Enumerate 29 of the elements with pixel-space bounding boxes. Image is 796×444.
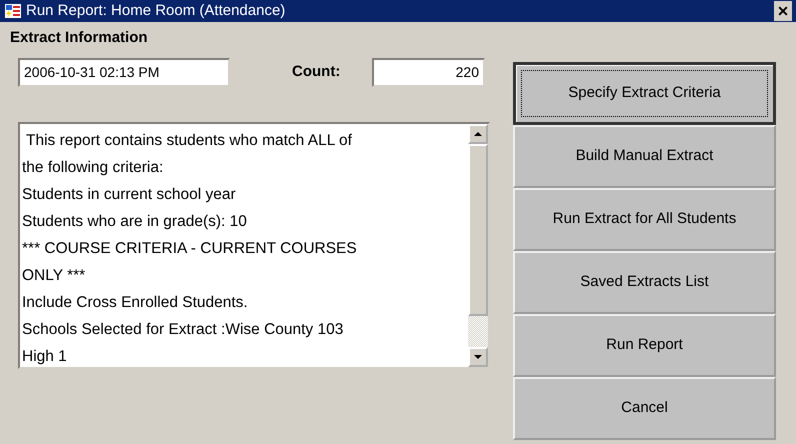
section-title: Extract Information (10, 28, 149, 48)
up-arrow-icon (473, 130, 483, 136)
date-field[interactable]: 2006-10-31 02:13 PM (18, 58, 230, 86)
scroll-bar[interactable] (468, 124, 488, 366)
criteria-line: ONLY *** (22, 266, 86, 286)
action-button[interactable]: Run Report (513, 314, 776, 377)
criteria-line: *** COURSE CRITERIA - CURRENT COURSES (22, 238, 358, 258)
action-button[interactable]: Cancel (513, 377, 776, 440)
count-label: Count: (292, 62, 342, 82)
close-button[interactable]: × (774, 1, 792, 21)
criteria-line: Schools Selected for Extract :Wise County 103 (22, 320, 344, 340)
window-title: Run Report: Home Room (Attendance) (26, 1, 286, 21)
criteria-line: the following criteria: (22, 158, 164, 178)
criteria-line: Students in current school year (22, 184, 237, 204)
scroll-down-button[interactable] (468, 346, 488, 366)
criteria-line: High 1 (22, 346, 68, 366)
criteria-text-area[interactable] (18, 122, 490, 368)
action-button[interactable]: Build Manual Extract (513, 125, 776, 188)
criteria-line: Include Cross Enrolled Students. (22, 292, 249, 312)
action-button[interactable]: Saved Extracts List (513, 251, 776, 314)
down-arrow-icon (473, 354, 483, 360)
scroll-up-button[interactable] (468, 124, 488, 144)
action-button[interactable]: Run Extract for All Students (513, 188, 776, 251)
count-field[interactable]: 220 (372, 58, 485, 86)
action-button[interactable]: Specify Extract Criteria (513, 62, 776, 125)
criteria-line: This report contains students who match ALL of (25, 130, 353, 150)
app-icon (4, 3, 22, 19)
scroll-thumb[interactable] (468, 144, 488, 316)
criteria-line: Students who are in grade(s): 10 (22, 212, 248, 232)
